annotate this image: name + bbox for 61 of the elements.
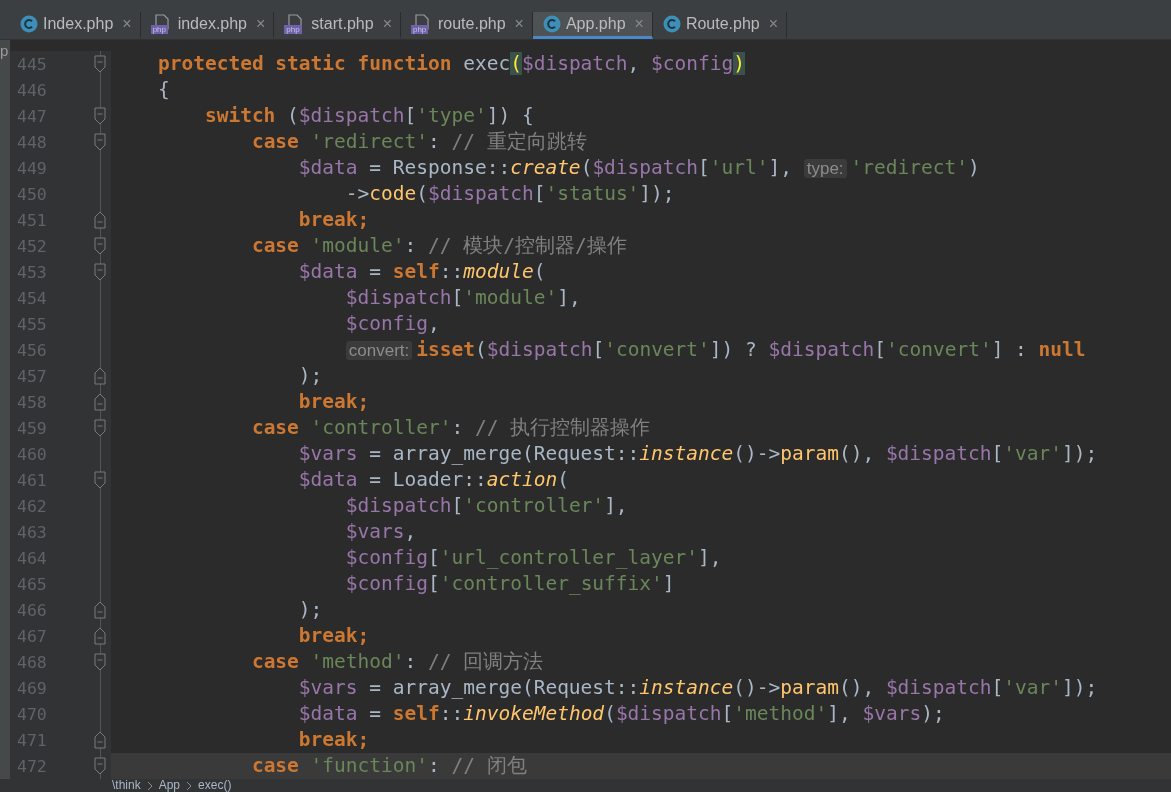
tab-close-button[interactable]: ×: [382, 15, 392, 33]
breadcrumb-item[interactable]: \think: [112, 779, 141, 792]
code-line: break;: [297, 624, 370, 647]
code-line: case 'controller': // 执行控制器操作: [250, 416, 651, 439]
tab-close-button[interactable]: ×: [768, 15, 779, 33]
code-line: {: [156, 78, 170, 101]
fold-marker-icon[interactable]: [94, 211, 106, 229]
fold-marker-icon[interactable]: [94, 653, 106, 671]
fold-marker-icon[interactable]: [94, 55, 106, 73]
fold-marker-icon[interactable]: [94, 601, 106, 619]
code-line: break;: [297, 208, 370, 231]
code-line: $dispatch['module'],: [344, 286, 581, 309]
code-text: 'redirect'): [850, 156, 980, 179]
code-line: $data = self::invokeMethod($dispatch['method'], $vars);: [297, 702, 945, 725]
code-line: case 'redirect': // 重定向跳转: [250, 130, 587, 153]
code-line: $config['controller_suffix']: [344, 572, 675, 595]
code-line: break;: [297, 728, 370, 751]
fold-marker-icon[interactable]: [94, 367, 106, 385]
class-icon: [662, 15, 681, 33]
class-icon: [542, 15, 561, 33]
chevron-icon: [146, 781, 153, 791]
code-line: case 'function': // 闭包: [250, 754, 527, 777]
code-line: $data = Loader::action(: [297, 468, 569, 491]
fold-marker-icon[interactable]: [94, 627, 106, 645]
code-line: );: [297, 598, 323, 621]
fold-marker-icon[interactable]: [94, 757, 106, 775]
code-line: $vars,: [344, 520, 417, 543]
code-line: protected static function exec($dispatch, $config): [156, 52, 745, 75]
code-line: $config,: [344, 312, 440, 335]
code-line: $vars = array_merge(Request::instance()->param(), $dispatch['var']);: [297, 676, 1098, 699]
class-icon: [20, 15, 38, 33]
breadcrumb-item[interactable]: exec(): [198, 779, 232, 792]
fold-marker-icon[interactable]: [94, 731, 106, 749]
editor-tab[interactable]: App.php ×: [532, 12, 653, 39]
code-line: case 'module': // 模块/控制器/操作: [250, 234, 627, 257]
code-text: $data = Response::create($dispatch['url'],: [298, 156, 793, 179]
tab-close-button[interactable]: ×: [256, 15, 266, 33]
fold-marker-icon[interactable]: [94, 107, 106, 125]
breadcrumb-item[interactable]: App: [158, 779, 181, 792]
fold-marker-icon[interactable]: [94, 263, 106, 281]
fold-marker-icon[interactable]: [94, 237, 106, 255]
fold-marker-icon[interactable]: [94, 419, 106, 437]
code-line: ->code($dispatch['status']);: [344, 182, 675, 205]
fold-marker-icon[interactable]: [94, 393, 106, 411]
code-line: $data = self::module(: [297, 260, 546, 283]
code-line: $config['url_controller_layer'],: [344, 546, 722, 569]
tab-close-button[interactable]: ×: [122, 15, 132, 33]
parameter-hint: convert:: [345, 341, 413, 360]
code-line: );: [297, 364, 323, 387]
code-text: isset($dispatch['convert']) ? $dispatch['convert'] : null: [416, 338, 1086, 361]
fold-marker-icon[interactable]: [94, 471, 106, 489]
panel-text: p: [0, 42, 10, 59]
parameter-hint: type:: [803, 159, 847, 178]
tab-close-button[interactable]: ×: [514, 15, 524, 33]
code-line: $dispatch['controller'],: [344, 494, 628, 517]
code-line: case 'method': // 回调方法: [250, 650, 544, 673]
code-line: $vars = array_merge(Request::instance()->param(), $dispatch['var']);: [297, 442, 1098, 465]
code-line: switch ($dispatch['type']) {: [203, 104, 534, 127]
chevron-icon: [186, 781, 193, 791]
fold-marker-icon[interactable]: [94, 133, 106, 151]
code-line: break;: [297, 390, 370, 413]
